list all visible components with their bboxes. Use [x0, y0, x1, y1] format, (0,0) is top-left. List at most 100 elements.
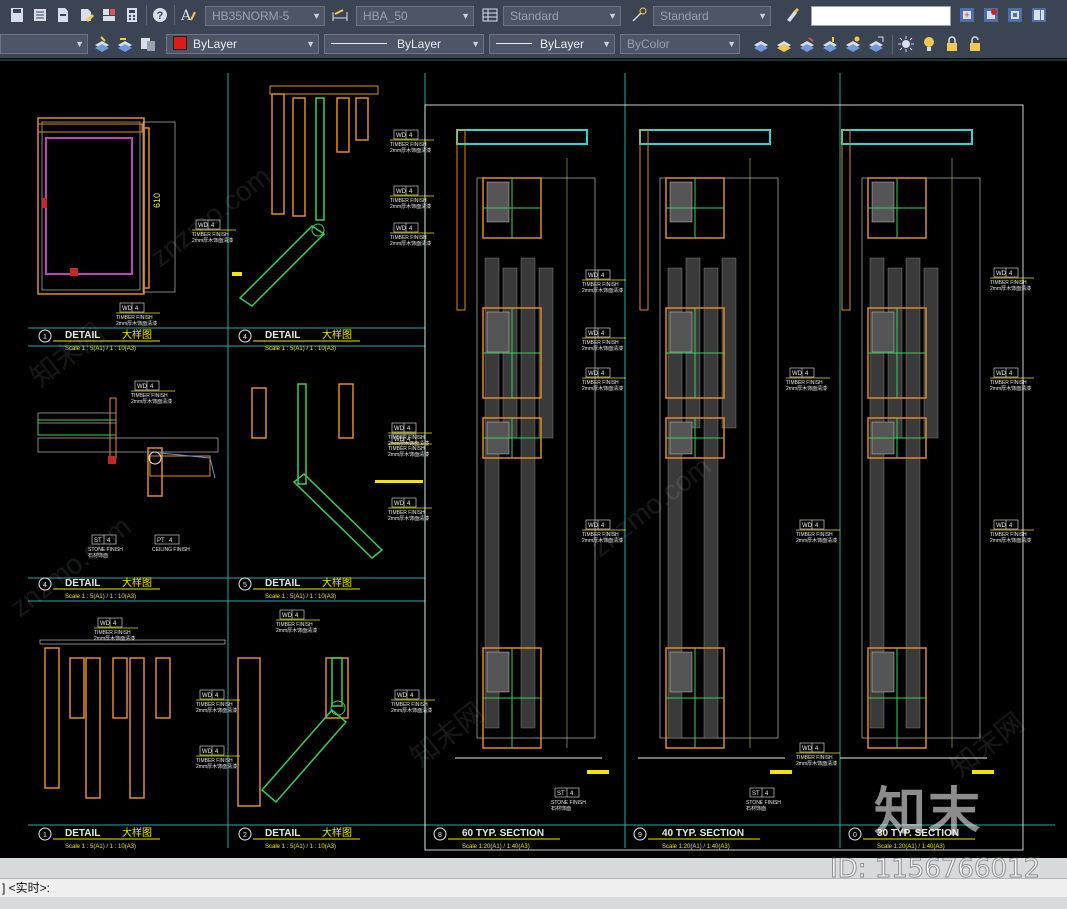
svg-text:4: 4 [169, 538, 173, 544]
svg-text:WD: WD [588, 331, 599, 337]
svg-text:WD: WD [396, 133, 407, 139]
color-select[interactable]: ByLayer ▼ [166, 34, 319, 54]
svg-text:2mm厚木饰面清漆: 2mm厚木饰面清漆 [582, 345, 623, 352]
save-icon[interactable] [8, 6, 26, 24]
svg-text:?: ? [157, 10, 164, 22]
ceiling-finish-tag: PT 4 CEILING FINISH [152, 534, 190, 553]
text-style-select[interactable]: HB35NORM-5 ▼ [205, 6, 325, 26]
sun-icon[interactable] [897, 35, 915, 53]
detail-title-cn: 大样图 [322, 576, 352, 589]
new-tab-icon[interactable]: + [958, 6, 976, 24]
layer-state-icon[interactable] [139, 35, 157, 53]
svg-text:ST: ST [557, 791, 565, 797]
calculator-icon[interactable] [123, 6, 141, 24]
section-number: 9 [638, 832, 642, 839]
watermark-logo: 知末 [874, 784, 983, 842]
detail-number: 2 [243, 832, 247, 839]
search-input[interactable] [811, 6, 951, 26]
dim-style-select[interactable]: HBA_50 ▼ [356, 6, 474, 26]
table-style-select[interactable]: Standard ▼ [503, 6, 621, 26]
edit-icon[interactable] [77, 6, 95, 24]
layer-tool-2-icon[interactable] [775, 35, 793, 53]
detail-title-cn: 大样图 [122, 576, 152, 589]
svg-text:WD: WD [996, 371, 1007, 377]
timber-finish-tag: WD 4TIMBER FINISH2mm厚木饰面清漆 [131, 380, 175, 405]
svg-text:4: 4 [601, 273, 605, 279]
svg-text:石材饰面: 石材饰面 [746, 805, 766, 812]
svg-text:4: 4 [407, 426, 411, 432]
detail-title-cn: 大样图 [122, 328, 152, 341]
svg-text:4: 4 [215, 749, 219, 755]
lineweight-select[interactable]: ByLayer ▼ [489, 34, 615, 54]
layer-previous-icon[interactable] [116, 35, 134, 53]
svg-text:石材饰面: 石材饰面 [551, 805, 571, 812]
svg-text:2mm厚木饰面清漆: 2mm厚木饰面清漆 [990, 285, 1031, 292]
layer-tool-3-icon[interactable] [798, 35, 816, 53]
drawing-canvas[interactable]: 610 8 60 TYP. SECTION Scale 1:20(A1) / 1… [0, 58, 1067, 858]
layer-tool-6-icon[interactable] [867, 35, 885, 53]
layer-tool-5-icon[interactable] [844, 35, 862, 53]
detail-drawing-1: 610 [37, 117, 176, 295]
svg-text:WD: WD [282, 613, 293, 619]
layer-tool-1-icon[interactable] [752, 35, 770, 53]
section-number: 8 [438, 832, 442, 839]
light-bulb-icon[interactable] [920, 35, 938, 53]
svg-text:+: + [964, 10, 969, 20]
svg-text:WD: WD [588, 371, 599, 377]
svg-text:2mm厚木饰面清漆: 2mm厚木饰面清漆 [796, 760, 837, 767]
timber-finish-tag: WD 4TIMBER FINISH2mm厚木饰面清漆 [786, 367, 830, 392]
linetype-select[interactable]: ByLayer ▼ [324, 34, 484, 54]
detail-title-5: 1 DETAIL 大样图 Scale 1 : 5(A1) / 1 : 10(A3) [38, 826, 160, 850]
section-elevations: 8 60 TYP. SECTION Scale 1:20(A1) / 1:40(A3… [433, 129, 994, 850]
layer-tool-4-icon[interactable] [821, 35, 839, 53]
svg-text:2mm厚木饰面清漆: 2mm厚木饰面清漆 [582, 287, 623, 294]
timber-finish-tag: WD 4TIMBER FINISH2mm厚木饰面清漆 [196, 689, 240, 714]
watermark-id: ID: 1156766012 [829, 854, 1041, 885]
timber-finish-tag: WD 4TIMBER FINISH2mm厚木饰面清漆 [390, 129, 434, 154]
dim-style-icon [331, 6, 349, 24]
svg-text:WD: WD [394, 501, 405, 507]
detail-number: 4 [243, 334, 247, 341]
section-scale-text: Scale 1:20(A1) / 1:40(A3) [662, 844, 730, 850]
detail-title-text: DETAIL [265, 330, 300, 341]
detail-title-6: 2 DETAIL 大样图 Scale 1 : 5(A1) / 1 : 10(A3) [238, 826, 360, 850]
timber-finish-tag: WD 4TIMBER FINISH2mm厚木饰面清漆 [116, 302, 160, 327]
stone-finish-tag: ST 4STONE FINISH石材饰面 [551, 787, 586, 812]
layer-select[interactable]: ▼ [0, 34, 88, 54]
svg-text:4: 4 [601, 331, 605, 337]
svg-text:WD: WD [100, 621, 111, 627]
detail-title-cn: 大样图 [322, 826, 352, 839]
plotstyle-select[interactable]: ByColor ▼ [620, 34, 740, 54]
timber-finish-tag: WD 4TIMBER FINISH2mm厚木饰面清漆 [94, 617, 138, 642]
timber-finish-tag: WD 4TIMBER FINISH2mm厚木饰面清漆 [276, 609, 320, 634]
document-icon[interactable] [54, 6, 72, 24]
finish-tags: WD 4TIMBER FINISH2mm厚木饰面清漆 WD 4TIMBER FINIS… [88, 129, 1034, 812]
timber-finish-tag: WD 4TIMBER FINISH2mm厚木饰面清漆 [582, 269, 626, 294]
svg-text:2mm厚木饰面清漆: 2mm厚木饰面清漆 [390, 240, 431, 247]
lock-icon[interactable] [943, 35, 961, 53]
layer-list-icon[interactable] [31, 6, 49, 24]
svg-text:4: 4 [601, 371, 605, 377]
timber-finish-tag: WD 4TIMBER FINISH2mm厚木饰面清漆 [990, 519, 1034, 544]
window-icon[interactable] [982, 6, 1000, 24]
svg-text:2mm厚木饰面清漆: 2mm厚木饰面清漆 [94, 635, 135, 642]
layout-icon[interactable] [1030, 6, 1048, 24]
properties-icon[interactable] [100, 6, 118, 24]
help-icon[interactable]: ? [151, 6, 169, 24]
svg-text:4: 4 [570, 791, 574, 797]
svg-text:4: 4 [409, 226, 413, 232]
detail-title-text: DETAIL [265, 828, 300, 839]
svg-text:WD: WD [996, 271, 1007, 277]
svg-text:2mm厚木饰面清漆: 2mm厚木饰面清漆 [796, 537, 837, 544]
timber-finish-tag: WD 4TIMBER FINISH2mm厚木饰面清漆 [990, 267, 1034, 292]
multileader-style-select[interactable]: Standard ▼ [653, 6, 771, 26]
viewport-icon[interactable] [1006, 6, 1024, 24]
detail-drawing-5 [251, 383, 423, 559]
lineweight-preview [496, 43, 532, 44]
svg-text:4: 4 [135, 306, 139, 312]
timber-finish-tag: WD 4TIMBER FINISH2mm厚木饰面清漆 [196, 745, 240, 770]
layer-match-icon[interactable] [93, 35, 111, 53]
brush-icon[interactable] [783, 6, 801, 24]
unlock-icon[interactable] [966, 35, 984, 53]
timber-finish-tag: WD 4TIMBER FINISH2mm厚木饰面清漆 [582, 327, 626, 352]
